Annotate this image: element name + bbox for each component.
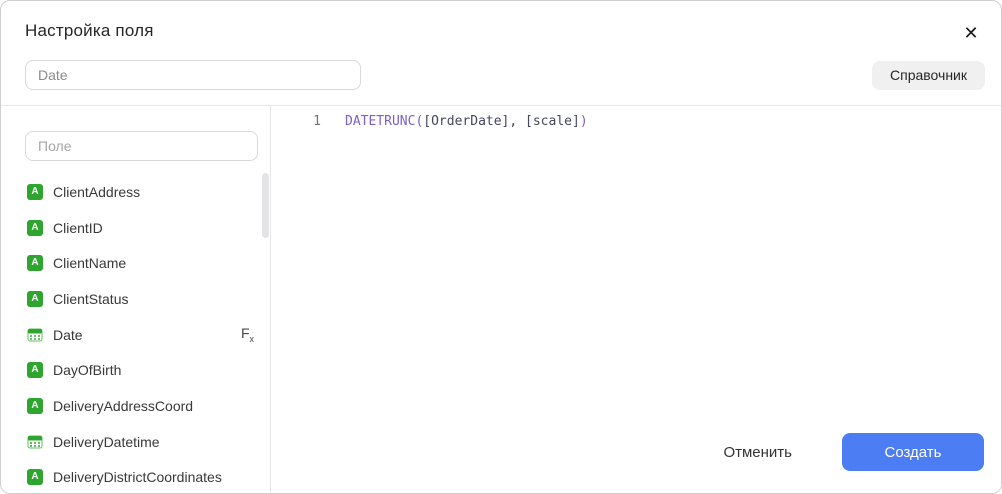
close-icon[interactable]: ✕ <box>957 19 985 47</box>
dialog-body: A ClientAddress A ClientID A ClientName … <box>1 106 1001 494</box>
field-list-item-clientid[interactable]: A ClientID <box>1 210 270 246</box>
field-name-label: ClientName <box>53 255 126 271</box>
field-list-item-dayofbirth[interactable]: A DayOfBirth <box>1 352 270 388</box>
formula-indicator-icon: Fx <box>241 325 254 344</box>
dialog-footer: Отменить Создать <box>723 433 984 471</box>
formula-editor[interactable]: 1 DATETRUNC([OrderDate], [scale]) <box>271 106 1001 131</box>
formula-editor-pane: 1 DATETRUNC([OrderDate], [scale]) Отмени… <box>271 106 1001 494</box>
field-list-item-clientstatus[interactable]: A ClientStatus <box>1 281 270 317</box>
field-list: A ClientAddress A ClientID A ClientName … <box>1 174 270 494</box>
string-type-icon: A <box>27 184 43 200</box>
dialog-header: Настройка поля ✕ Справочник <box>1 1 1001 106</box>
string-type-icon: A <box>27 291 43 307</box>
field-list-item-deliverydistrictcoordinates[interactable]: A DeliveryDistrictCoordinates <box>1 460 270 494</box>
field-list-item-clientname[interactable]: A ClientName <box>1 245 270 281</box>
field-settings-dialog: Настройка поля ✕ Справочник A ClientAddr… <box>0 0 1002 494</box>
header-controls: Справочник <box>25 60 985 90</box>
field-name-label: ClientStatus <box>53 291 128 307</box>
field-list-item-deliverydatetime[interactable]: DeliveryDatetime <box>1 424 270 460</box>
string-type-icon: A <box>27 220 43 236</box>
cancel-button[interactable]: Отменить <box>723 444 792 461</box>
field-search-input[interactable] <box>25 131 258 161</box>
field-name-label: ClientID <box>53 220 103 236</box>
reference-button[interactable]: Справочник <box>872 61 985 90</box>
field-list-item-date[interactable]: Date Fx <box>1 317 270 353</box>
string-type-icon: A <box>27 398 43 414</box>
formula-code: DATETRUNC([OrderDate], [scale]) <box>345 113 588 131</box>
create-button[interactable]: Создать <box>842 433 984 471</box>
field-name-label: DeliveryDistrictCoordinates <box>53 469 222 485</box>
list-scrollbar-thumb[interactable] <box>262 173 269 238</box>
line-number: 1 <box>271 113 321 131</box>
string-type-icon: A <box>27 255 43 271</box>
date-type-icon <box>27 327 43 343</box>
field-list-sidebar: A ClientAddress A ClientID A ClientName … <box>1 106 271 494</box>
string-type-icon: A <box>27 362 43 378</box>
string-type-icon: A <box>27 469 43 485</box>
field-name-label: Date <box>53 327 83 343</box>
field-name-label: ClientAddress <box>53 184 140 200</box>
field-name-label: DeliveryAddressCoord <box>53 398 193 414</box>
field-name-input[interactable] <box>25 60 361 90</box>
field-name-label: DeliveryDatetime <box>53 434 160 450</box>
field-list-item-deliveryaddresscoord[interactable]: A DeliveryAddressCoord <box>1 388 270 424</box>
page-title: Настройка поля <box>25 21 977 41</box>
field-list-item-clientaddress[interactable]: A ClientAddress <box>1 174 270 210</box>
date-type-icon <box>27 434 43 450</box>
field-name-label: DayOfBirth <box>53 362 121 378</box>
